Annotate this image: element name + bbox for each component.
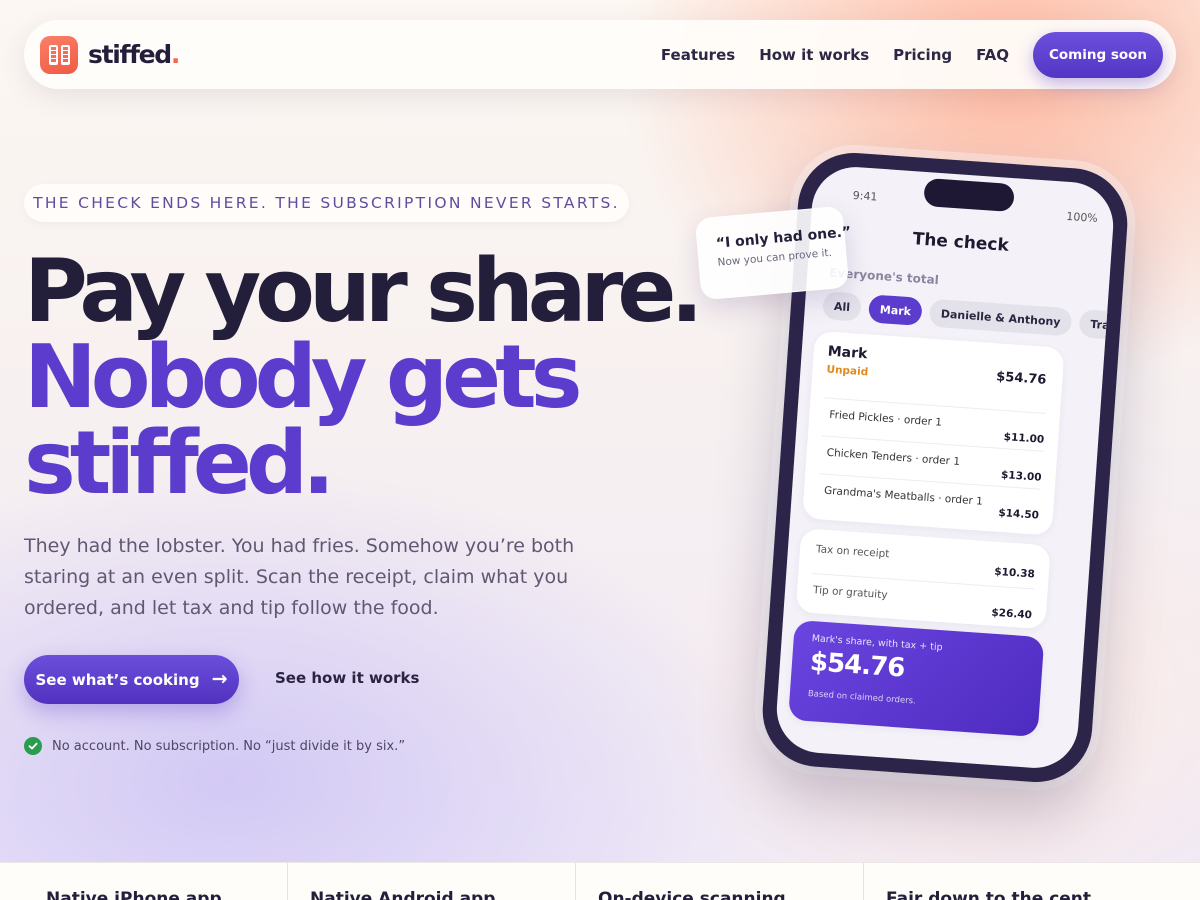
check-circle-icon	[24, 737, 42, 755]
receipt-icon[interactable]	[40, 35, 78, 74]
extra-amount: $26.40	[991, 606, 1033, 622]
person-card[interactable]: Mark Unpaid $54.76 Fried Pickles · order…	[802, 330, 1065, 536]
extras-card: Tax on receipt $10.38 Tip or gratuity $2…	[795, 528, 1051, 630]
headline-line-2: Nobody gets	[24, 326, 583, 428]
feature-scanning: On-device scanning	[576, 863, 864, 900]
phone-notch	[923, 177, 1015, 213]
hero-lede: They had the lobster. You had fries. Som…	[24, 535, 575, 619]
chip-mark[interactable]: Mark	[868, 294, 923, 326]
arrow-right-icon: →	[211, 668, 228, 690]
hero-headline: Pay your share. Nobody gets stiffed.	[24, 240, 703, 514]
chip-all[interactable]: All	[822, 291, 862, 322]
extra-name: Tax on receipt	[815, 543, 890, 561]
person-total: $54.76	[995, 369, 1047, 388]
share-summary-card: Mark's share, with tax + tip $54.76 Base…	[788, 619, 1045, 738]
see-how-it-works-link[interactable]: See how it works	[275, 669, 419, 687]
assurance-note: No account. No subscription. No “just di…	[24, 737, 405, 755]
feature-iphone: Native iPhone app	[0, 863, 288, 900]
person-filter-chips: All Mark Danielle & Anthony Tra	[822, 291, 1117, 340]
coming-soon-button[interactable]: Coming soon	[1033, 31, 1163, 78]
see-whats-cooking-button[interactable]: See what’s cooking →	[24, 655, 239, 704]
nav-links: Features How it works Pricing FAQ Coming…	[661, 31, 1164, 78]
brand-logo[interactable]: stiffed.	[88, 40, 180, 69]
status-time: 9:41	[852, 188, 878, 204]
nav-link-faq[interactable]: FAQ	[976, 46, 1009, 64]
share-amount: $54.76	[809, 647, 906, 684]
feature-strip: Native iPhone app Native Android app On-…	[0, 862, 1200, 900]
item-name: Chicken Tenders · order 1	[826, 446, 961, 469]
top-nav: stiffed. Features How it works Pricing F…	[24, 20, 1176, 89]
status-badge: Unpaid	[826, 363, 869, 379]
headline-line-1: Pay your share.	[24, 240, 703, 342]
item-amount: $11.00	[1003, 431, 1045, 446]
nav-link-pricing[interactable]: Pricing	[893, 46, 952, 64]
quote-bubble: “I only had one.” Now you can prove it.	[694, 205, 852, 301]
feature-fair: Fair down to the cent	[886, 889, 1092, 900]
person-name: Mark	[827, 343, 868, 363]
hero-eyebrow: THE CHECK ENDS HERE. THE SUBSCRIPTION NE…	[24, 184, 629, 222]
feature-android: Native Android app	[288, 863, 576, 900]
headline-line-3: stiffed.	[24, 412, 335, 514]
primary-cta-label: See what’s cooking	[35, 670, 200, 689]
assurance-text: No account. No subscription. No “just di…	[52, 738, 406, 754]
screen-title: The check	[912, 229, 1010, 256]
nav-link-how-it-works[interactable]: How it works	[759, 46, 869, 64]
item-amount: $13.00	[1000, 468, 1042, 484]
share-note: Based on claimed orders.	[807, 688, 917, 707]
nav-link-features[interactable]: Features	[661, 46, 735, 64]
status-battery: 100%	[1065, 209, 1099, 226]
extra-amount: $10.38	[993, 565, 1036, 581]
item-name: Fried Pickles · order 1	[828, 408, 943, 429]
extra-name: Tip or gratuity	[812, 584, 888, 602]
item-amount: $14.50	[998, 506, 1040, 522]
chip-danielle-anthony[interactable]: Danielle & Anthony	[928, 298, 1073, 337]
chip-more[interactable]: Tra	[1078, 309, 1117, 340]
item-name: Grandma's Meatballs · order 1	[823, 484, 984, 508]
